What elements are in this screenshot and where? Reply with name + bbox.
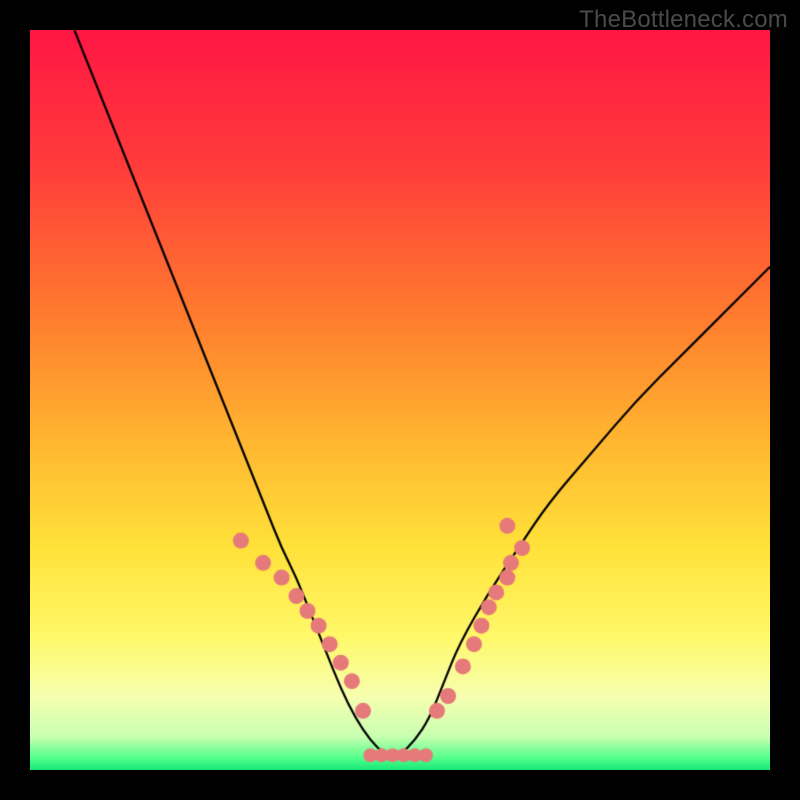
bottleneck-curve-canvas (30, 30, 770, 770)
watermark-label: TheBottleneck.com (579, 6, 788, 34)
chart-stage: TheBottleneck.com (0, 0, 800, 800)
